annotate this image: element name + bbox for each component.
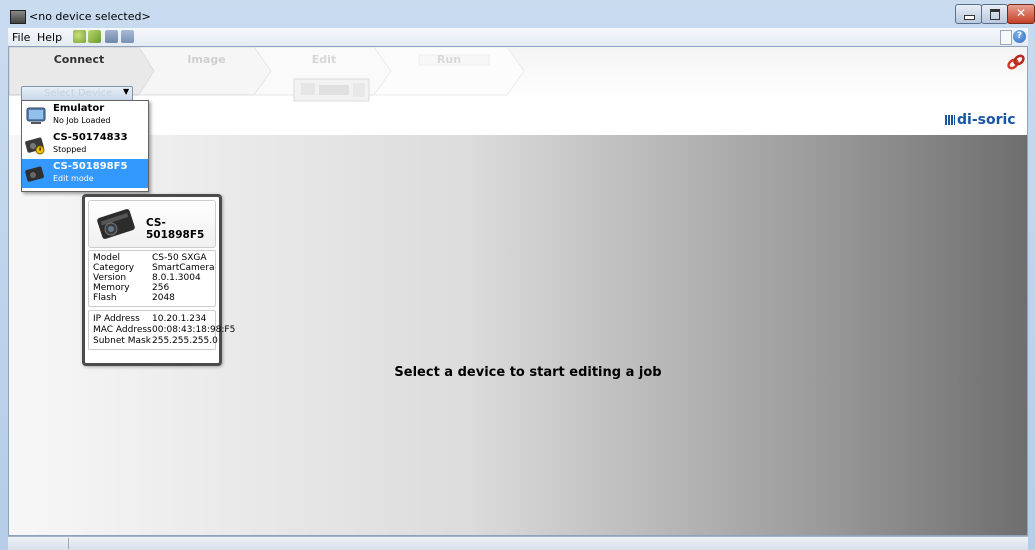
- device-name: Emulator: [53, 103, 105, 114]
- device-info-card: CS-501898F5 Model CS-50 SXGA Category Smar…: [82, 194, 235, 366]
- status-separator: [68, 538, 69, 549]
- device-status: Stopped: [53, 145, 87, 154]
- network-row: Subnet Mask255.255.255.0: [93, 336, 218, 346]
- network-row: MAC Address00:08:43:18:98:F5: [93, 325, 235, 335]
- device-status: No Job Loaded: [53, 116, 111, 125]
- logo-mark-icon: [945, 115, 955, 125]
- network-value: 255.255.255.0: [152, 336, 218, 346]
- close-icon: ✕: [1015, 6, 1027, 20]
- network-label: IP Address: [93, 314, 140, 324]
- save-as-icon[interactable]: [121, 30, 134, 43]
- camera-icon: [97, 209, 135, 239]
- device-network: IP Address 10.20.1.234 MAC Address00:08:4…: [88, 310, 235, 350]
- chevron-down-icon[interactable]: ▼: [123, 87, 129, 96]
- spec-label: Category: [93, 263, 135, 273]
- spec-row: Model CS-50 SXGA: [93, 253, 207, 263]
- network-value: 10.20.1.234: [152, 314, 207, 324]
- device-name: CS-501898F5: [53, 161, 128, 172]
- spec-value: CS-50 SXGA: [152, 253, 207, 263]
- menu-bar: File Help ?: [8, 28, 1028, 46]
- title-bar[interactable]: <no device selected> ✕: [0, 0, 1035, 28]
- spec-row: Memory 256: [93, 283, 169, 293]
- open-icon[interactable]: [88, 30, 101, 43]
- device-status: Edit mode: [53, 174, 94, 183]
- status-bar: [8, 536, 1028, 550]
- spec-row: Flash 2048: [93, 293, 175, 303]
- step-image[interactable]: Image: [149, 47, 264, 95]
- menu-file[interactable]: File: [12, 31, 30, 44]
- di-soric-logo: di-soric: [945, 112, 1016, 128]
- new-icon[interactable]: [73, 30, 86, 43]
- window-title: <no device selected>: [29, 10, 151, 23]
- step-image-label: Image: [187, 53, 226, 66]
- emulator-icon: [26, 107, 46, 124]
- spec-label: Memory: [93, 283, 130, 293]
- spec-row: Category SmartCamera: [93, 263, 215, 273]
- menu-help[interactable]: Help: [37, 31, 62, 44]
- device-card-header: CS-501898F5: [88, 200, 216, 248]
- step-connect-label: Connect: [53, 53, 105, 66]
- link-icon[interactable]: [1005, 53, 1027, 71]
- minimize-icon: [964, 15, 975, 20]
- help-icon[interactable]: ?: [1013, 30, 1026, 43]
- spec-label: Model: [93, 253, 121, 263]
- step-run-label: Run: [436, 53, 462, 66]
- device-item-cs-50174833[interactable]: CS-50174833 Stopped: [22, 130, 148, 159]
- device-card-name: CS-501898F5: [146, 217, 205, 241]
- app-icon[interactable]: [10, 10, 26, 24]
- device-specs: Model CS-50 SXGA Category SmartCamera Vers…: [88, 250, 216, 307]
- camera-icon: [25, 137, 45, 155]
- close-button[interactable]: ✕: [1007, 4, 1035, 24]
- application-window: <no device selected> ✕ File Help ? Conne…: [0, 0, 1035, 550]
- spec-row: Version 8.0.1.3004: [93, 273, 201, 283]
- network-value: 00:08:43:18:98:F5: [152, 325, 236, 335]
- maximize-icon: [990, 9, 1000, 20]
- client-area: Connect Image Edit Run di-soric Select a…: [8, 46, 1028, 536]
- device-dropdown: Emulator No Job Loaded CS-50174833 Stopp…: [21, 100, 149, 192]
- spec-value: 256: [152, 283, 170, 293]
- step-edit-label: Edit: [311, 53, 337, 66]
- spec-value: 8.0.1.3004: [152, 273, 201, 283]
- logo-text: di-soric: [957, 112, 1016, 128]
- network-row: IP Address 10.20.1.234: [93, 314, 206, 324]
- spec-label: Version: [93, 273, 127, 283]
- device-select-placeholder: Select Device: [44, 88, 113, 99]
- spec-value: SmartCamera: [152, 263, 215, 273]
- main-message: Select a device to start editing a job: [394, 365, 662, 380]
- spec-label: Flash: [93, 293, 117, 303]
- notes-icon[interactable]: [1000, 30, 1012, 45]
- device-item-cs-501898f5[interactable]: CS-501898F5 Edit mode: [22, 159, 148, 188]
- minimize-button[interactable]: [955, 4, 982, 24]
- device-item-emulator[interactable]: Emulator No Job Loaded: [22, 101, 148, 130]
- device-name: CS-50174833: [53, 132, 128, 143]
- step-edit[interactable]: Edit: [264, 47, 384, 95]
- spec-value: 2048: [152, 293, 175, 303]
- step-run[interactable]: Run: [384, 47, 514, 95]
- network-label: Subnet Mask: [93, 336, 151, 346]
- maximize-button[interactable]: [981, 4, 1008, 24]
- workflow-header: Connect Image Edit Run di-soric: [9, 47, 1027, 135]
- save-icon[interactable]: [105, 30, 118, 43]
- camera-icon: [25, 166, 44, 182]
- network-label: MAC Address: [93, 325, 152, 335]
